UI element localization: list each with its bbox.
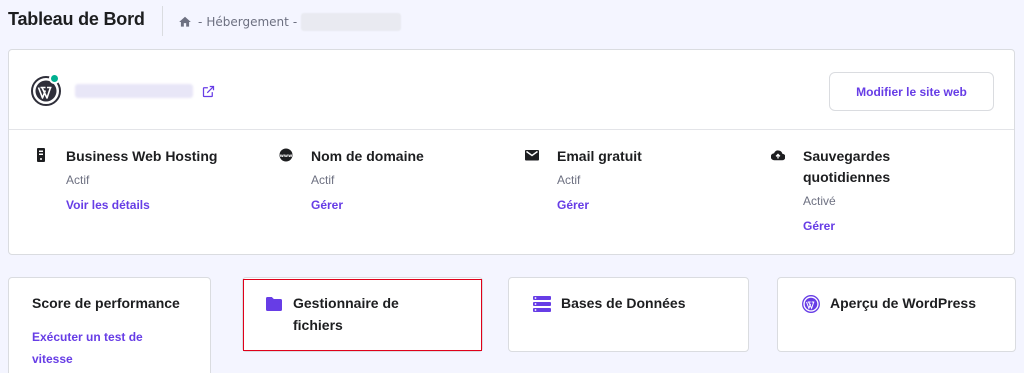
server-icon [37,148,45,162]
external-link-icon[interactable] [201,84,216,99]
tile-title: Score de performance [32,295,180,311]
service-title-line1: Sauvegardes [803,148,891,164]
breadcrumb-hosting[interactable]: Hébergement [206,15,289,29]
tile-file-manager[interactable]: Gestionnaire de fichiers [242,277,483,352]
tile-performance-score[interactable]: Score de performance Exécuter un test de… [8,277,211,373]
manage-domain-link[interactable]: Gérer [311,198,343,212]
tile-title-line2: fichiers [293,317,343,333]
title-divider [162,6,163,36]
tile-title: Bases de Données [561,295,686,311]
page-title: Tableau de Bord [8,9,145,29]
cloud-upload-icon [771,150,785,161]
tile-title: Aperçu de WordPress [830,295,977,311]
breadcrumb-separator: - [292,15,298,29]
view-details-link[interactable]: Voir les détails [66,198,150,212]
status-dot [49,73,60,84]
service-title: Nom de domaine [311,148,424,164]
run-speed-test-link-line1[interactable]: Exécuter un test de [32,327,143,348]
service-title-line2: quotidiennes [803,169,891,185]
domain-name-redacted[interactable] [75,84,193,98]
breadcrumb-separator: - [198,15,203,29]
service-status: Actif [66,173,90,187]
www-icon: www [279,148,293,162]
home-icon[interactable] [178,15,192,29]
service-status: Actif [557,173,581,187]
website-card: Modifier le site web Business Web Hostin… [8,49,1015,255]
edit-website-button[interactable]: Modifier le site web [829,72,994,111]
wordpress-icon [802,295,820,313]
tile-title-line1: Gestionnaire de [293,295,399,311]
tile-databases[interactable]: Bases de Données [508,277,749,352]
svg-text:www: www [280,154,292,159]
top-bar: Tableau de Bord - Hébergement - [0,0,1024,40]
run-speed-test-link-line2[interactable]: vitesse [32,349,73,370]
breadcrumb-domain-redacted[interactable] [301,13,402,31]
tile-wordpress-overview[interactable]: Aperçu de WordPress [777,277,1016,352]
website-header: Modifier le site web [9,50,1014,130]
database-icon [533,296,551,312]
manage-email-link[interactable]: Gérer [557,198,589,212]
manage-backups-link[interactable]: Gérer [803,219,835,233]
breadcrumb: - Hébergement - [178,13,402,31]
service-status: Actif [311,173,335,187]
service-title: Business Web Hosting [66,148,218,164]
envelope-icon [525,150,539,161]
service-title: Email gratuit [557,148,642,164]
service-status: Activé [803,194,836,208]
folder-icon [266,297,282,311]
